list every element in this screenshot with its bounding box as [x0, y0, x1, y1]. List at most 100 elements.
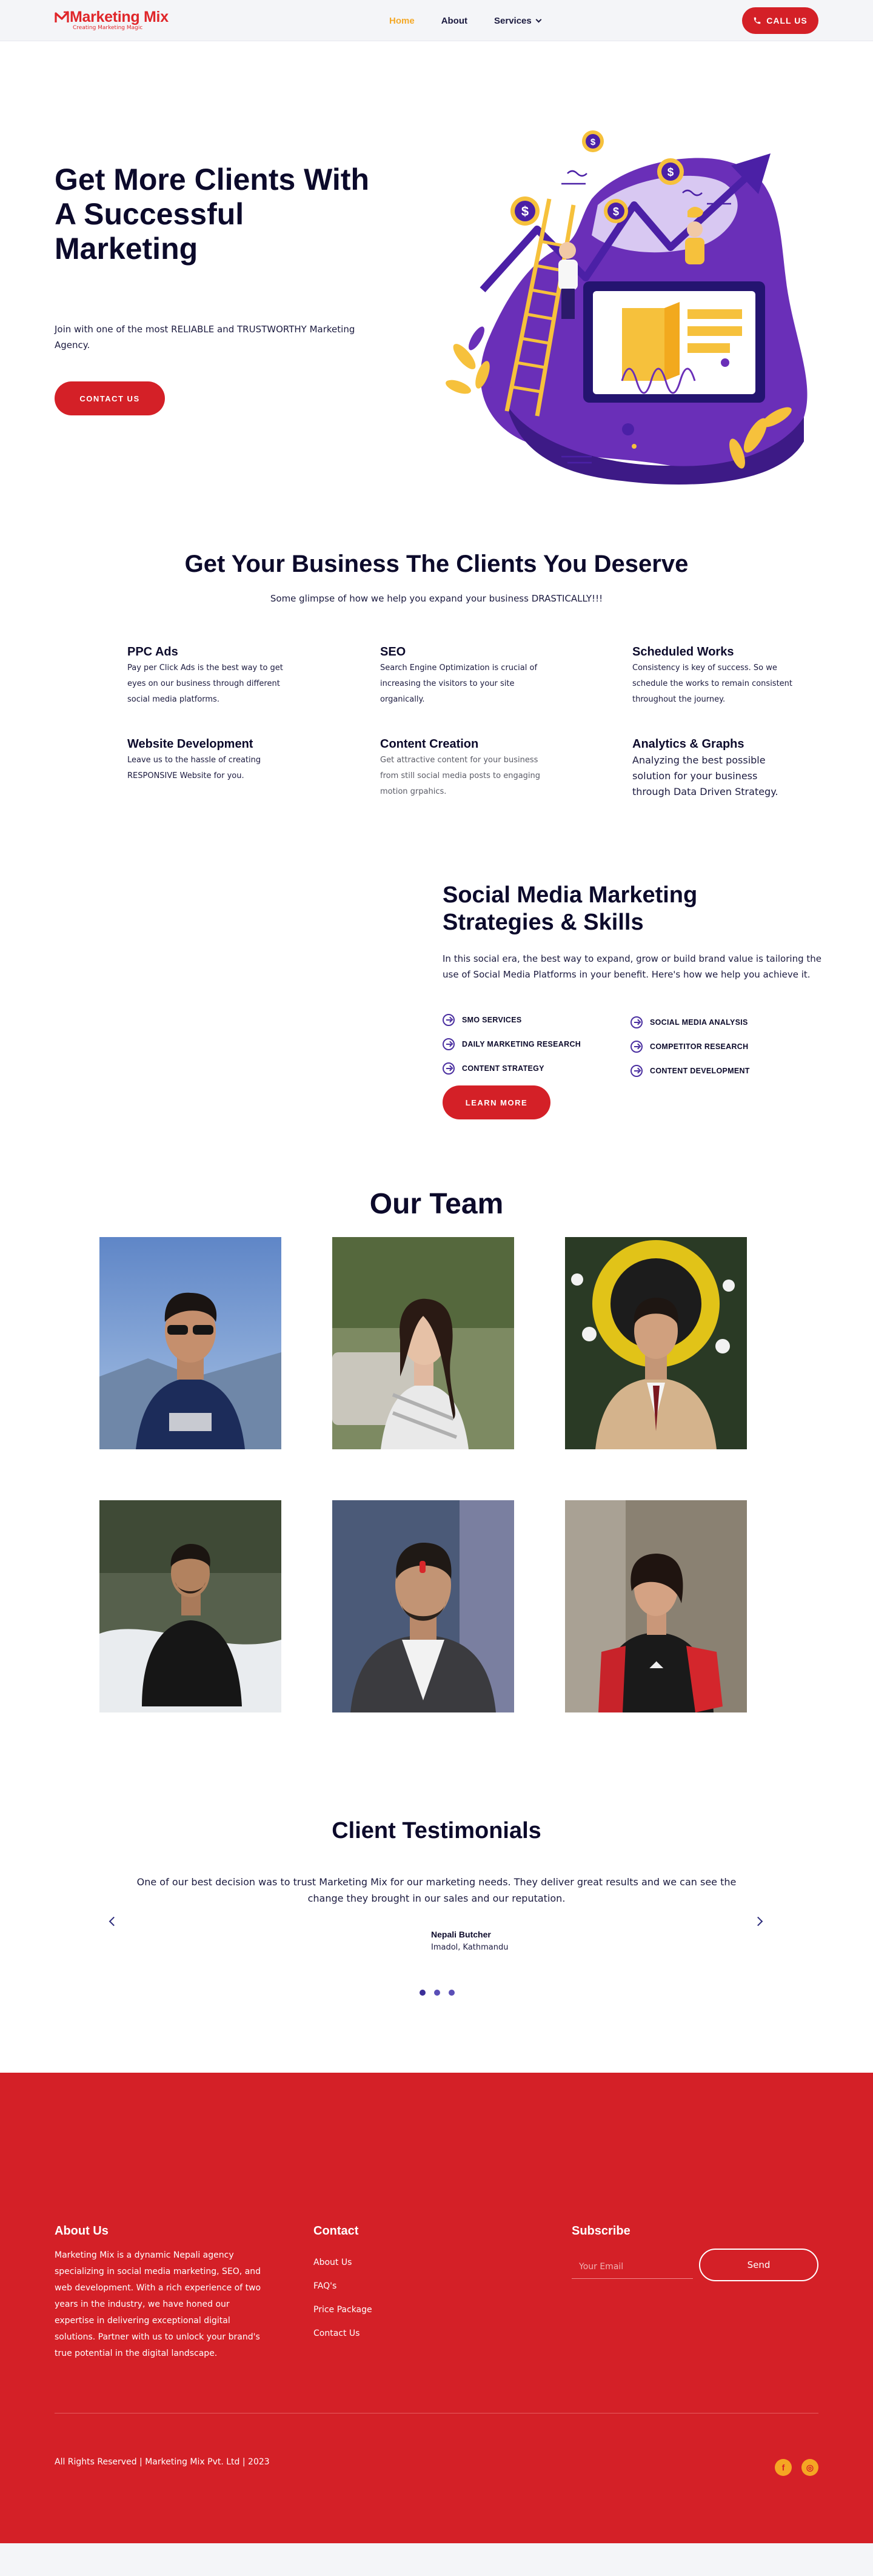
service-text: Search Engine Optimization is crucial of… [380, 663, 538, 704]
carousel-next-icon[interactable] [754, 1915, 766, 1927]
logo-m-icon [55, 11, 69, 22]
service-text: Leave us to the hassle of creating RESPO… [127, 756, 261, 780]
carousel-dots [420, 1990, 455, 1996]
team-photo-2 [332, 1237, 514, 1449]
carousel-dot[interactable] [449, 1990, 455, 1996]
copyright-text: All Rights Reserved | Marketing Mix Pvt.… [55, 2457, 270, 2467]
skill-item: COMPETITOR RESEARCH [630, 1038, 818, 1055]
hero-title: Get More Clients With A Successful Marke… [55, 163, 370, 266]
site-header: Marketing Mix Creating Marketing Magic H… [0, 0, 873, 41]
nav-home[interactable]: Home [389, 16, 415, 26]
skill-label: COMPETITOR RESEARCH [650, 1042, 749, 1051]
call-us-button[interactable]: CALL US [742, 7, 818, 34]
carousel-dot[interactable] [434, 1990, 440, 1996]
carousel-prev-icon[interactable] [107, 1915, 119, 1927]
testimonial-location: Imadol, Kathmandu [431, 1943, 509, 1952]
learn-more-button[interactable]: LEARN MORE [443, 1085, 550, 1119]
skill-item: CONTENT DEVELOPMENT [630, 1062, 818, 1079]
arrow-circle-icon [443, 1062, 455, 1075]
service-title: Website Development [127, 737, 253, 751]
skill-label: CONTENT STRATEGY [462, 1064, 544, 1073]
testimonials-title: Client Testimonials [332, 1818, 541, 1843]
marketing-growth-illustration: $ $ $ $ [446, 130, 808, 485]
skill-label: SOCIAL MEDIA ANALYSIS [650, 1018, 748, 1027]
footer-link-faqs[interactable]: FAQ's [313, 2279, 372, 2293]
nav-services-label: Services [494, 15, 532, 26]
bottom-strip [0, 2543, 873, 2576]
service-analytics-graphs: Analytics & Graphs Analyzing the best po… [632, 737, 796, 800]
footer-link-contact-us[interactable]: Contact Us [313, 2327, 372, 2341]
service-title: Content Creation [380, 737, 479, 751]
logo-tagline: Creating Marketing Magic [73, 25, 143, 31]
skill-item: SMO SERVICES [443, 1011, 630, 1028]
skill-item: SOCIAL MEDIA ANALYSIS [630, 1014, 818, 1031]
team-photo-4 [99, 1500, 281, 1712]
team-photo-6: ◢◣ [565, 1500, 747, 1712]
chevron-down-icon [535, 16, 542, 22]
svg-text:$: $ [667, 166, 674, 179]
smm-title: Social Media Marketing Strategies & Skil… [443, 882, 698, 935]
phone-icon [754, 17, 761, 24]
arrow-circle-icon [630, 1065, 643, 1077]
svg-text:$: $ [521, 204, 529, 219]
team-photo-1 [99, 1237, 281, 1449]
nav-about[interactable]: About [441, 16, 467, 26]
skills-list: SMO SERVICES SOCIAL MEDIA ANALYSIS DAILY… [443, 1011, 818, 1079]
service-title: Analytics & Graphs [632, 737, 744, 751]
send-button[interactable]: Send [699, 2249, 818, 2281]
team-title: Our Team [369, 1188, 504, 1220]
service-text: Analyzing the best possible solution for… [632, 754, 778, 797]
hero-subtitle: Join with one of the most RELIABLE and T… [55, 324, 355, 351]
skill-label: DAILY MARKETING RESEARCH [462, 1040, 581, 1048]
service-scheduled-works: Scheduled Works Consistency is key of su… [632, 645, 796, 708]
footer-subscribe-title: Subscribe [572, 2224, 630, 2238]
service-ppc-ads: PPC Ads Pay per Click Ads is the best wa… [127, 645, 291, 708]
svg-text:$: $ [590, 137, 596, 147]
call-us-label: CALL US [766, 16, 808, 25]
service-text: Get attractive content for your business… [380, 756, 541, 796]
services-subtitle: Some glimpse of how we help you expand y… [270, 593, 603, 604]
smm-section: Social Media Marketing Strategies & Skil… [0, 860, 873, 1193]
logo-text: Marketing Mix [70, 8, 169, 25]
main-nav: Home About Services [389, 0, 567, 41]
arrow-circle-icon [443, 1038, 455, 1050]
logo[interactable]: Marketing Mix Creating Marketing Magic [55, 10, 169, 31]
skill-label: CONTENT DEVELOPMENT [650, 1067, 750, 1075]
footer-about-title: About Us [55, 2224, 109, 2238]
service-seo: SEO Search Engine Optimization is crucia… [380, 645, 544, 708]
footer-about-text: Marketing Mix is a dynamic Nepali agency… [55, 2250, 261, 2358]
skill-label: SMO SERVICES [462, 1016, 522, 1024]
nav-services[interactable]: Services [494, 15, 542, 26]
hero-section: Get More Clients With A Successful Marke… [0, 41, 873, 490]
footer-links: About Us FAQ's Price Package Contact Us [313, 2256, 372, 2341]
team-photo-3 [565, 1237, 747, 1449]
team-photo-5 [332, 1500, 514, 1712]
service-title: PPC Ads [127, 645, 178, 659]
services-title: Get Your Business The Clients You Deserv… [184, 551, 689, 577]
service-content-creation: Content Creation Get attractive content … [380, 737, 544, 800]
instagram-glyph: ◎ [806, 2462, 814, 2472]
testimonial-author: Nepali Butcher [431, 1930, 491, 1939]
footer-link-price-package[interactable]: Price Package [313, 2303, 372, 2317]
service-text: Consistency is key of success. So we sch… [632, 663, 793, 704]
facebook-icon[interactable]: f [775, 2459, 792, 2476]
contact-us-button[interactable]: CONTACT US [55, 381, 165, 415]
facebook-glyph: f [781, 2463, 785, 2472]
arrow-circle-icon [630, 1016, 643, 1028]
smm-description: In this social era, the best way to expa… [443, 953, 821, 980]
carousel-dot[interactable] [420, 1990, 426, 1996]
svg-text:$: $ [613, 206, 619, 218]
arrow-circle-icon [443, 1014, 455, 1026]
services-section: Get Your Business The Clients You Deserv… [0, 490, 873, 860]
skill-item: DAILY MARKETING RESEARCH [443, 1036, 630, 1053]
footer-contact-title: Contact [313, 2224, 359, 2238]
svg-text:◢◣: ◢◣ [649, 1659, 664, 1669]
email-field[interactable] [572, 2255, 693, 2279]
service-title: Scheduled Works [632, 645, 734, 659]
footer-link-about-us[interactable]: About Us [313, 2256, 372, 2270]
service-text: Pay per Click Ads is the best way to get… [127, 663, 283, 704]
team-section: Our Team ◢◣ [0, 1188, 873, 1818]
site-footer: About Us Marketing Mix is a dynamic Nepa… [0, 2073, 873, 2543]
instagram-icon[interactable]: ◎ [801, 2459, 818, 2476]
arrow-circle-icon [630, 1041, 643, 1053]
